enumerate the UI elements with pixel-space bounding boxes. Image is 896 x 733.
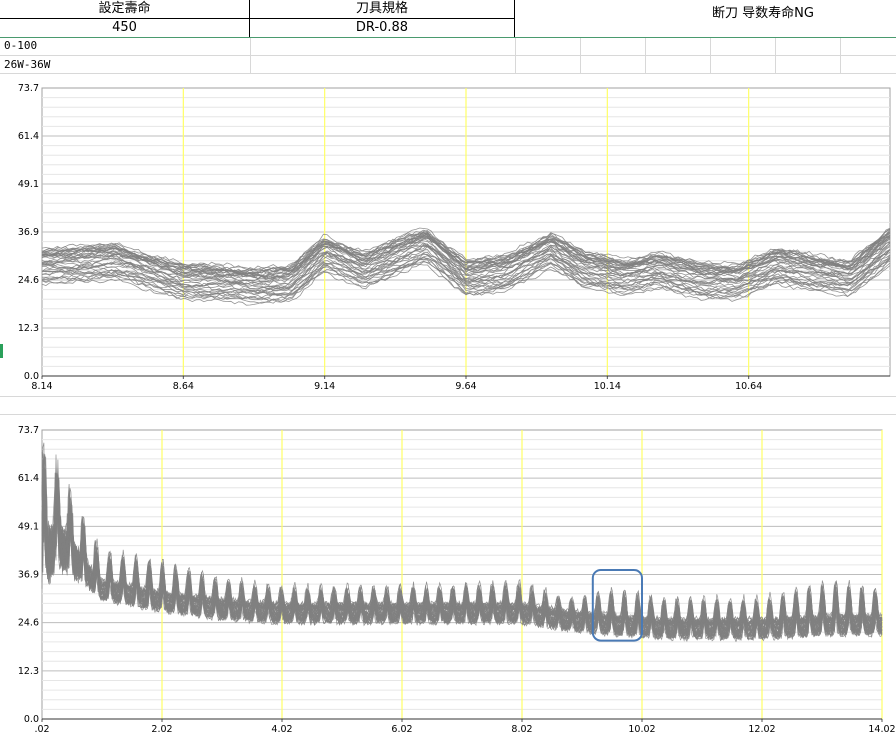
x-tick-label: 9.64 bbox=[455, 381, 476, 392]
x-tick-label: 9.14 bbox=[314, 381, 335, 392]
x-tick-label: 8.64 bbox=[173, 381, 194, 392]
y-tick-label: 36.9 bbox=[18, 227, 39, 238]
tool-spec-title: 刀具規格 bbox=[250, 0, 514, 19]
x-tick-label: 8.02 bbox=[511, 724, 532, 733]
bottom-chart: 0.012.324.636.949.161.473.7.02 2.02 4.02 6.… bbox=[18, 425, 896, 733]
x-tick-label: 10.64 bbox=[735, 381, 762, 392]
x-tick-label: 8.14 bbox=[31, 381, 52, 392]
x-tick-label: 12.02 bbox=[748, 724, 775, 733]
y-tick-label: 12.3 bbox=[18, 323, 39, 334]
x-tick-label: .02 bbox=[34, 724, 49, 733]
power-label: 26W-36W bbox=[4, 58, 51, 71]
tool-spec-cell[interactable]: 刀具規格 DR-0.88 bbox=[250, 0, 515, 37]
life-setting-title: 設定壽命 bbox=[0, 0, 249, 19]
y-tick-label: 24.6 bbox=[18, 618, 39, 629]
range-label: 0-100 bbox=[4, 39, 38, 52]
x-tick-label: 14.02 bbox=[868, 724, 895, 733]
x-tick-label: 10.14 bbox=[594, 381, 621, 392]
y-tick-label: 73.7 bbox=[18, 83, 39, 94]
x-tick-label: 6.02 bbox=[391, 724, 412, 733]
top-chart: 0.012.324.636.949.161.473.78.14 8.64 9.14 9… bbox=[18, 83, 891, 392]
y-tick-label: 49.1 bbox=[18, 521, 39, 532]
tool-spec-value: DR-0.88 bbox=[355, 20, 409, 35]
y-tick-label: 61.4 bbox=[18, 473, 39, 484]
y-tick-label: 12.3 bbox=[18, 666, 39, 677]
grid-row-line bbox=[0, 396, 896, 397]
y-tick-label: 36.9 bbox=[18, 569, 39, 580]
header-row: 設定壽命 450 刀具規格 DR-0.88 断刀 导数寿命NG bbox=[0, 0, 896, 38]
x-tick-label: 2.02 bbox=[151, 724, 172, 733]
y-tick-label: 49.1 bbox=[18, 179, 39, 190]
life-setting-cell[interactable]: 設定壽命 450 bbox=[0, 0, 250, 37]
y-tick-label: 73.7 bbox=[18, 425, 39, 436]
x-tick-label: 4.02 bbox=[271, 724, 292, 733]
status-ng-label: 断刀 导数寿命NG bbox=[712, 6, 814, 21]
y-tick-label: 61.4 bbox=[18, 131, 39, 142]
x-tick-label: 10.02 bbox=[628, 724, 655, 733]
y-tick-label: 24.6 bbox=[18, 275, 39, 286]
life-setting-value: 450 bbox=[112, 20, 137, 35]
grid-row-line bbox=[0, 55, 896, 56]
grid-row-line bbox=[0, 73, 896, 74]
